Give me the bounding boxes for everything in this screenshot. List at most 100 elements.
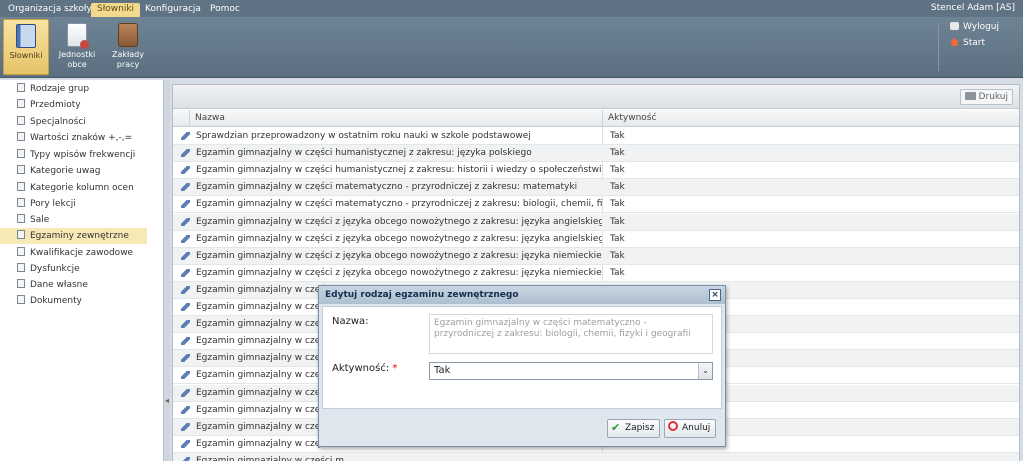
cell-nazwa: Egzamin gimnazjalny w części m (196, 455, 344, 461)
sidebar-item-label: Pory lekcji (30, 199, 76, 209)
dialog-body: Nazwa: Egzamin gimnazjalny w części mate… (322, 306, 722, 409)
pencil-icon[interactable] (181, 217, 190, 226)
sidebar-item-label: Dokumenty (30, 296, 82, 306)
ribbon-zaklady-pracy-button[interactable]: Zakłady pracy (105, 19, 151, 75)
table-row[interactable]: Egzamin gimnazjalny w części z języka ob… (173, 213, 1019, 231)
sidebar-item-label: Wartości znaków +,-,= (30, 133, 133, 143)
cell-aktywnosc: Tak (610, 267, 625, 278)
cancel-label: Anuluj (682, 423, 711, 433)
sidebar-item-egzaminy-zewnetrzne[interactable]: Egzaminy zewnętrzne (0, 228, 147, 244)
sidebar-item-kategorie-uwag[interactable]: Kategorie uwag (17, 163, 164, 179)
cell-nazwa: Egzamin gimnazjalny w części humanistycz… (196, 148, 532, 159)
start-link[interactable]: Start (950, 38, 985, 48)
sidebar-item-przedmioty[interactable]: Przedmioty (17, 97, 164, 113)
sidebar-item-sale[interactable]: Sale (17, 212, 164, 228)
edit-exam-dialog: Edytuj rodzaj egzaminu zewnętrznego × Na… (318, 285, 726, 447)
sidebar-item-label: Kategorie uwag (30, 166, 101, 176)
logout-link[interactable]: Wyloguj (950, 22, 999, 32)
pencil-icon[interactable] (181, 320, 190, 329)
pencil-icon[interactable] (181, 354, 190, 363)
table-row[interactable]: Egzamin gimnazjalny w części humanistycz… (173, 162, 1019, 180)
document-icon (17, 149, 25, 158)
pencil-icon[interactable] (181, 422, 190, 431)
cell-aktywnosc: Tak (610, 182, 625, 193)
ribbon-button-label: Jednostki obce (58, 50, 96, 69)
pencil-icon[interactable] (181, 251, 190, 260)
table-row[interactable]: Egzamin gimnazjalny w części m (173, 452, 1019, 461)
pencil-icon[interactable] (181, 183, 190, 192)
document-icon (17, 83, 25, 92)
close-icon[interactable]: × (709, 289, 721, 301)
printer-icon (964, 92, 976, 100)
table-row[interactable]: Egzamin gimnazjalny w części z języka ob… (173, 265, 1019, 282)
save-button[interactable]: ✔ Zapisz (607, 419, 661, 438)
print-label: Drukuj (978, 92, 1008, 102)
cancel-button[interactable]: Anuluj (664, 419, 717, 438)
sidebar-item-wartosci-znakow[interactable]: Wartości znaków +,-,= (17, 130, 164, 146)
active-select[interactable]: Tak ⌄ (429, 362, 713, 380)
sidebar-item-pory-lekcji[interactable]: Pory lekcji (17, 196, 164, 212)
pencil-icon[interactable] (181, 234, 190, 243)
table-row[interactable]: Egzamin gimnazjalny w części humanistycz… (173, 145, 1019, 163)
table-row[interactable]: Egzamin gimnazjalny w części z języka ob… (173, 247, 1019, 265)
sidebar-item-typy-wpisow[interactable]: Typy wpisów frekwencji (17, 147, 164, 163)
cell-nazwa: Egzamin gimnazjalny w części z języka ob… (196, 267, 602, 278)
ribbon-jednostki-obce-button[interactable]: Jednostki obce (54, 19, 100, 75)
pencil-icon[interactable] (181, 388, 190, 397)
pencil-icon[interactable] (181, 303, 190, 311)
cell-nazwa: Egzamin gimnazjalny w części matematyczn… (196, 182, 578, 193)
sidebar-item-label: Przedmioty (30, 100, 81, 110)
active-select-value: Tak (434, 365, 451, 376)
menu-slowniki[interactable]: Słowniki (91, 3, 141, 17)
menu-organizacja-szkoly[interactable]: Organizacja szkoły (2, 3, 98, 17)
table-row[interactable]: Egzamin gimnazjalny w części z języka ob… (173, 231, 1019, 248)
pencil-icon[interactable] (181, 405, 190, 414)
chevron-down-icon[interactable]: ⌄ (698, 363, 712, 379)
top-menu-bar: Organizacja szkoły Słowniki Konfiguracja… (0, 0, 1023, 17)
cell-nazwa: Egzamin gimnazjalny w części humanistycz… (196, 165, 602, 176)
menu-konfiguracja[interactable]: Konfiguracja (139, 3, 207, 17)
sidebar-item-dysfunkcje[interactable]: Dysfunkcje (17, 261, 164, 277)
sidebar-item-kategorie-kolumn[interactable]: Kategorie kolumn ocen (17, 180, 164, 196)
cell-aktywnosc: Tak (610, 165, 625, 176)
book-icon (16, 24, 36, 48)
pencil-icon[interactable] (181, 166, 190, 175)
cell-aktywnosc: Tak (610, 216, 625, 227)
pencil-icon[interactable] (181, 439, 190, 448)
menu-pomoc[interactable]: Pomoc (204, 3, 246, 17)
name-label: Nazwa: (332, 316, 369, 327)
column-header-nazwa[interactable]: Nazwa (190, 110, 603, 127)
sidebar-item-label: Dysfunkcje (30, 264, 80, 274)
pencil-icon[interactable] (181, 200, 190, 209)
cell-aktywnosc: Tak (610, 250, 625, 261)
pencil-icon[interactable] (181, 149, 190, 158)
pencil-icon[interactable] (181, 132, 190, 140)
logout-label: Wyloguj (963, 22, 999, 32)
chevron-left-icon[interactable]: ◂ (165, 396, 169, 405)
sidebar-item-rodzaje-grup[interactable]: Rodzaje grup (17, 81, 164, 97)
sidebar-item-specjalnosci[interactable]: Specjalności (17, 114, 164, 130)
pencil-icon[interactable] (181, 268, 190, 277)
cell-nazwa: Sprawdzian przeprowadzony w ostatnim rok… (196, 131, 531, 141)
sidebar-item-kwalifikacje-zawodowe[interactable]: Kwalifikacje zawodowe (17, 245, 164, 261)
document-icon (17, 132, 25, 141)
table-row[interactable]: Egzamin gimnazjalny w części matematyczn… (173, 196, 1019, 214)
table-row[interactable]: Sprawdzian przeprowadzony w ostatnim rok… (173, 128, 1019, 145)
header-edit-column (173, 110, 190, 127)
pencil-icon[interactable] (181, 285, 190, 294)
name-textarea[interactable]: Egzamin gimnazjalny w części matematyczn… (429, 314, 713, 354)
sidebar-item-dane-wlasne[interactable]: Dane własne (17, 277, 164, 293)
cell-aktywnosc: Tak (610, 148, 625, 159)
pencil-icon[interactable] (181, 371, 190, 380)
table-row[interactable]: Egzamin gimnazjalny w części matematyczn… (173, 179, 1019, 197)
pencil-icon[interactable] (181, 337, 190, 346)
document-icon (17, 182, 25, 191)
ribbon-slowniki-button[interactable]: Słowniki (3, 19, 49, 75)
print-button[interactable]: Drukuj (959, 89, 1013, 105)
pencil-icon[interactable] (181, 456, 190, 461)
column-header-aktywnosc[interactable]: Aktywność (603, 110, 1019, 127)
document-icon (17, 99, 25, 108)
sidebar-item-dokumenty[interactable]: Dokumenty (17, 293, 164, 309)
grid-header: Nazwa Aktywność (173, 110, 1019, 127)
active-label: Aktywność: * (332, 363, 397, 374)
